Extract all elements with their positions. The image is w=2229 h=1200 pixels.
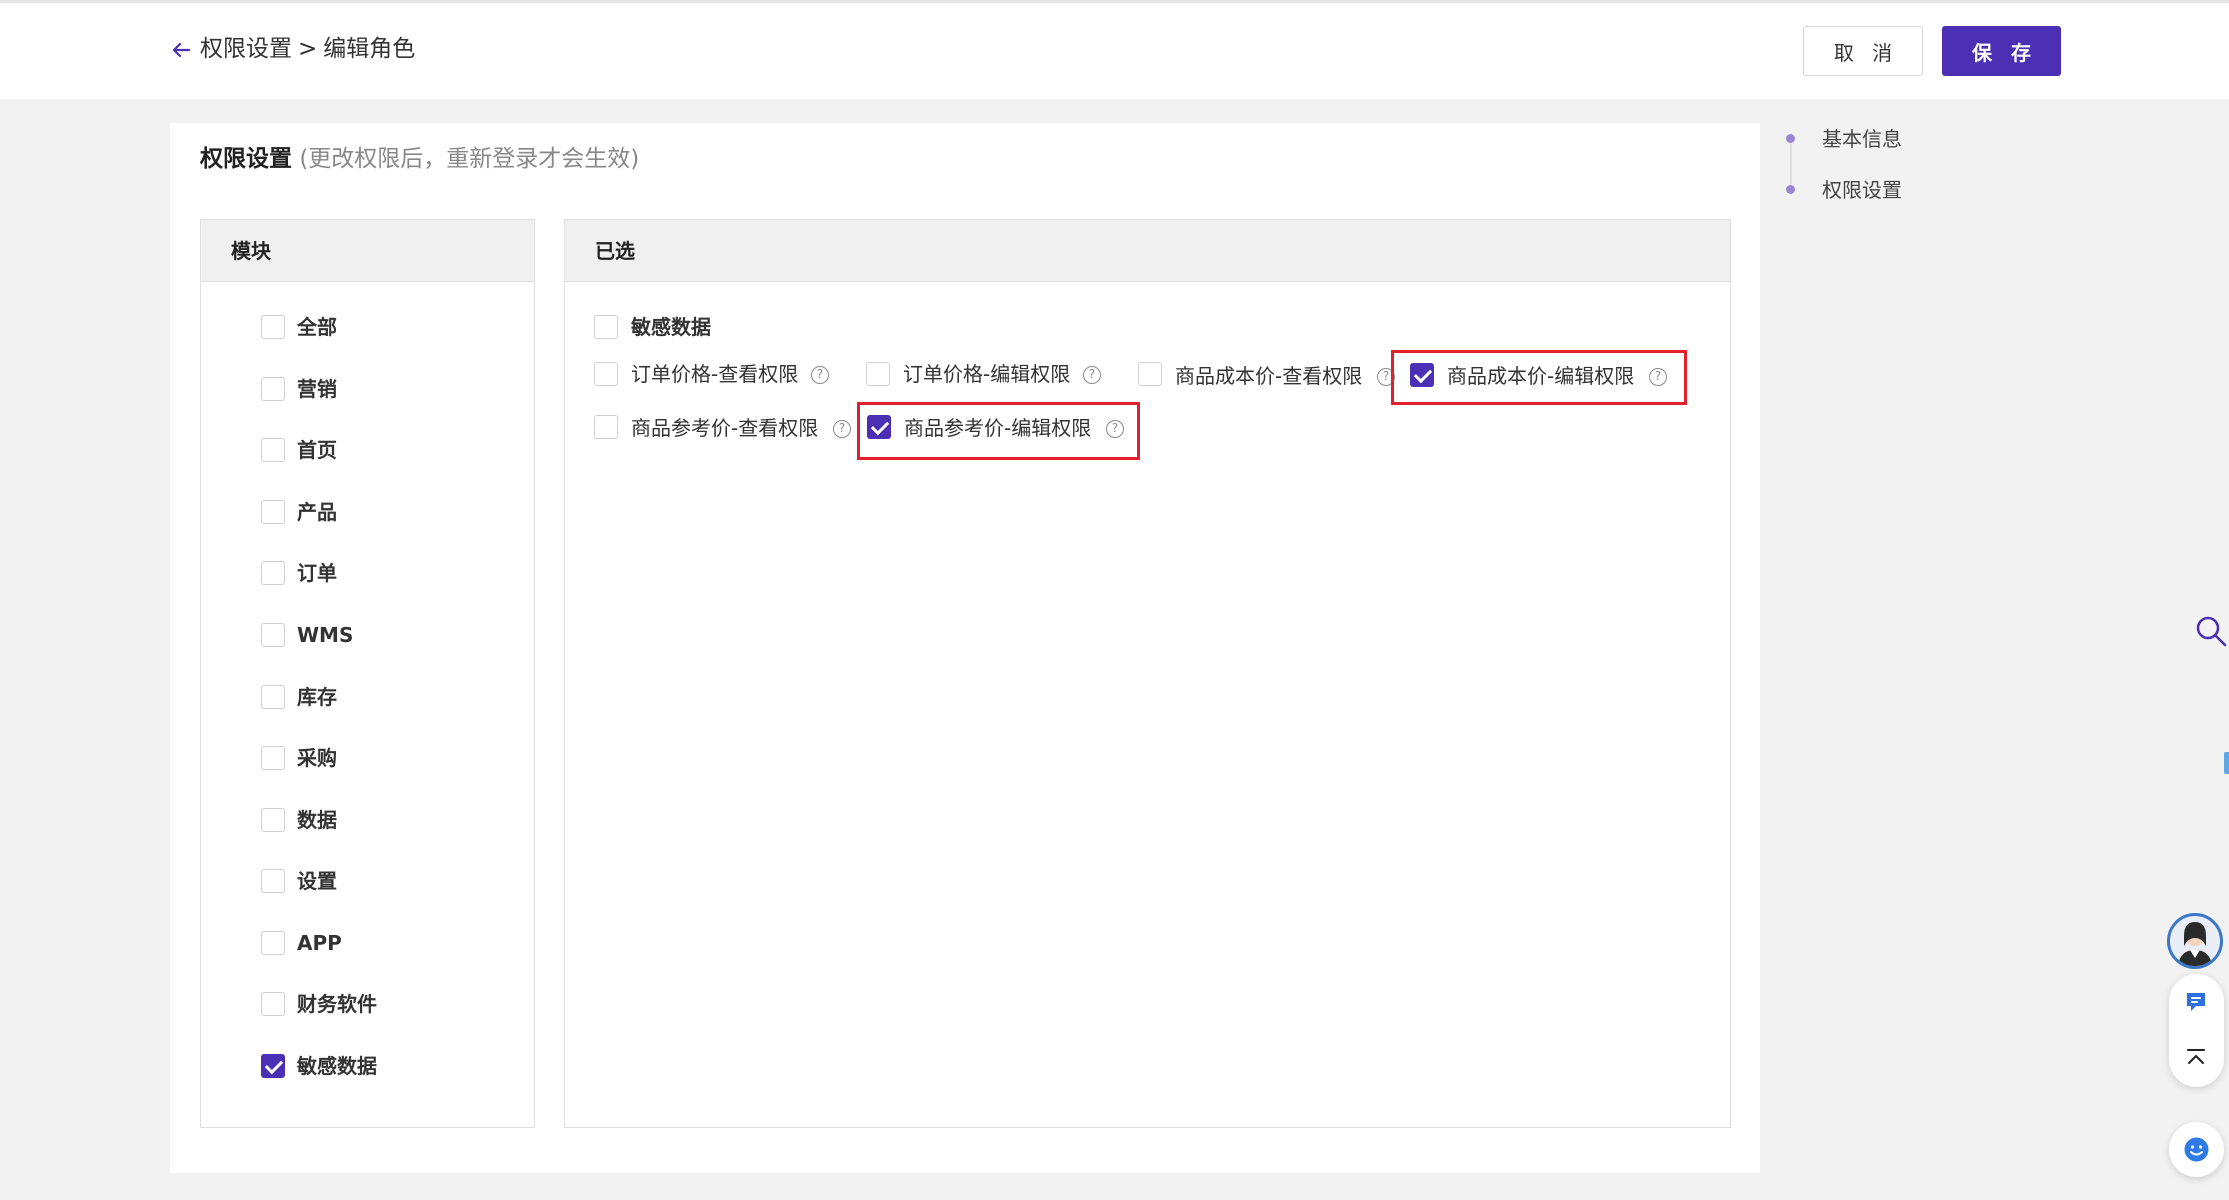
module-checkbox-all[interactable] bbox=[261, 315, 285, 339]
module-label[interactable]: 产品 bbox=[297, 498, 337, 526]
assistant-button[interactable] bbox=[2169, 1122, 2224, 1177]
anchor-item-basic-info[interactable]: 基本信息 bbox=[1822, 125, 1902, 153]
back-arrow-icon[interactable] bbox=[169, 38, 193, 62]
highlight-box bbox=[1391, 350, 1687, 405]
module-panel: 模块 全部 营销 首页 产品 订单 WMS 库存 采购 数据 设置 APP 财务… bbox=[200, 219, 535, 1128]
module-checkbox-sensitive-data[interactable] bbox=[261, 1054, 285, 1078]
anchor-dot bbox=[1786, 185, 1795, 194]
module-label[interactable]: 敏感数据 bbox=[297, 1052, 377, 1080]
module-checkbox-data[interactable] bbox=[261, 808, 285, 832]
module-label[interactable]: 首页 bbox=[297, 436, 337, 464]
help-icon[interactable]: ? bbox=[811, 366, 829, 384]
side-tab[interactable] bbox=[2224, 752, 2229, 774]
module-label[interactable]: 采购 bbox=[297, 744, 337, 772]
module-label[interactable]: 订单 bbox=[297, 559, 337, 587]
module-checkbox-product[interactable] bbox=[261, 500, 285, 524]
module-label[interactable]: 数据 bbox=[297, 806, 337, 834]
save-button[interactable]: 保 存 bbox=[1942, 26, 2061, 76]
perm-checkbox-cost-price-view[interactable] bbox=[1138, 362, 1162, 386]
module-label[interactable]: WMS bbox=[297, 621, 353, 649]
module-checkbox-finance-software[interactable] bbox=[261, 992, 285, 1016]
module-label[interactable]: 财务软件 bbox=[297, 990, 377, 1018]
search-icon[interactable] bbox=[2194, 614, 2228, 648]
back-to-top-icon[interactable] bbox=[2184, 1046, 2208, 1070]
group-checkbox-sensitive-data[interactable] bbox=[594, 315, 618, 339]
module-label[interactable]: APP bbox=[297, 929, 342, 957]
cancel-button[interactable]: 取 消 bbox=[1803, 26, 1923, 76]
section-title: 权限设置 (更改权限后，重新登录才会生效) bbox=[200, 142, 639, 176]
perm-label[interactable]: 订单价格-编辑权限 bbox=[903, 360, 1070, 388]
group-label[interactable]: 敏感数据 bbox=[631, 313, 711, 341]
module-checkbox-app[interactable] bbox=[261, 931, 285, 955]
module-checkbox-wms[interactable] bbox=[261, 623, 285, 647]
module-checkbox-inventory[interactable] bbox=[261, 685, 285, 709]
module-panel-header: 模块 bbox=[201, 220, 534, 282]
module-checkbox-purchase[interactable] bbox=[261, 746, 285, 770]
module-checkbox-home[interactable] bbox=[261, 438, 285, 462]
anchor-item-permission-settings[interactable]: 权限设置 bbox=[1822, 176, 1902, 204]
help-icon[interactable]: ? bbox=[1083, 366, 1101, 384]
perm-checkbox-order-price-view[interactable] bbox=[594, 362, 618, 386]
perm-label[interactable]: 订单价格-查看权限 bbox=[631, 360, 798, 388]
breadcrumb-separator: > bbox=[298, 36, 318, 62]
anchor-track bbox=[1790, 138, 1792, 190]
breadcrumb-current: 编辑角色 bbox=[323, 36, 416, 62]
smile-icon bbox=[2184, 1137, 2209, 1162]
float-toolbar bbox=[2169, 974, 2224, 1087]
highlight-box bbox=[857, 402, 1140, 460]
avatar[interactable] bbox=[2167, 913, 2223, 969]
module-checkbox-marketing[interactable] bbox=[261, 377, 285, 401]
breadcrumb: 权限设置 > 编辑角色 bbox=[200, 32, 415, 66]
module-checkbox-settings[interactable] bbox=[261, 869, 285, 893]
module-label[interactable]: 设置 bbox=[297, 867, 337, 895]
module-checkbox-order[interactable] bbox=[261, 561, 285, 585]
anchor-dot bbox=[1786, 134, 1795, 143]
section-title-text: 权限设置 bbox=[200, 146, 292, 172]
module-label[interactable]: 营销 bbox=[297, 375, 337, 403]
perm-label[interactable]: 商品成本价-查看权限 bbox=[1175, 362, 1362, 390]
help-icon[interactable]: ? bbox=[833, 420, 851, 438]
avatar-icon bbox=[2178, 922, 2212, 966]
module-label[interactable]: 全部 bbox=[297, 313, 337, 341]
section-note: (更改权限后，重新登录才会生效) bbox=[299, 146, 640, 172]
chat-icon[interactable] bbox=[2184, 990, 2208, 1014]
module-label[interactable]: 库存 bbox=[297, 683, 337, 711]
breadcrumb-parent[interactable]: 权限设置 bbox=[200, 36, 292, 62]
perm-label[interactable]: 商品参考价-查看权限 bbox=[631, 414, 818, 442]
perm-checkbox-ref-price-view[interactable] bbox=[594, 415, 618, 439]
perm-checkbox-order-price-edit[interactable] bbox=[866, 362, 890, 386]
selected-panel-header: 已选 bbox=[565, 220, 1730, 282]
selected-panel: 已选 敏感数据 订单价格-查看权限 ? 订单价格-编辑权限 ? 商品成本价-查看… bbox=[564, 219, 1731, 1128]
